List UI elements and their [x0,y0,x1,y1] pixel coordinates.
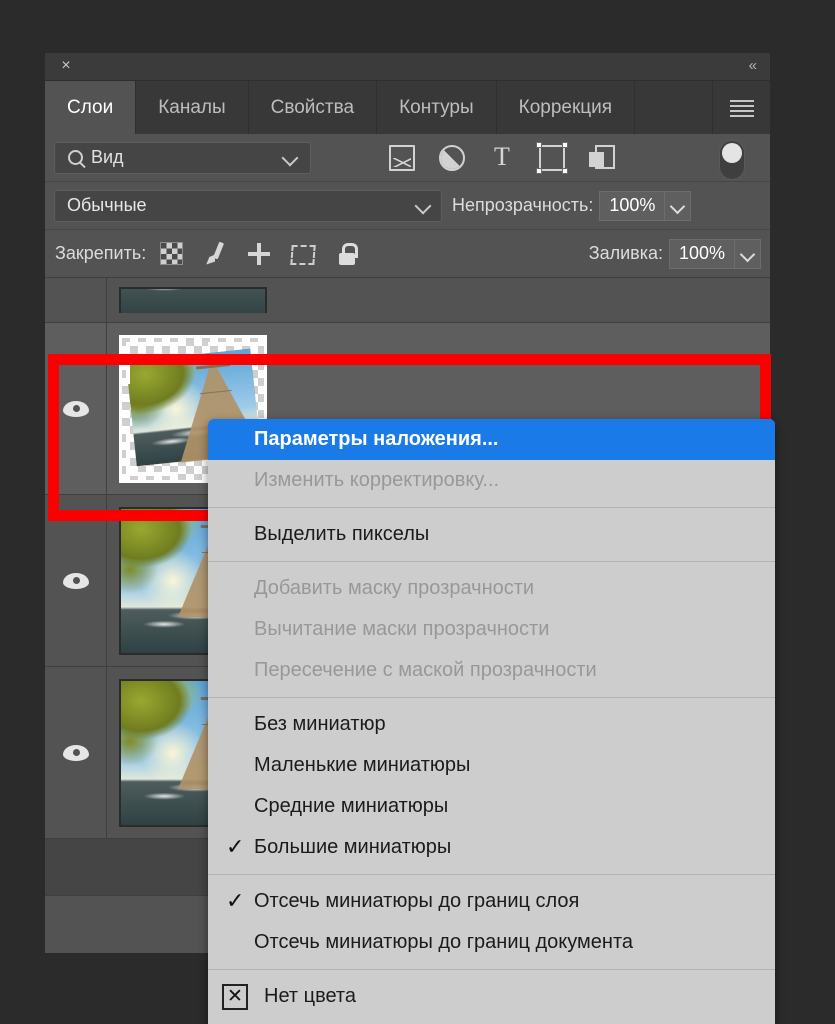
menu-item-label: Нет цвета [264,985,356,1008]
shape-filter-icon[interactable] [539,145,565,171]
menu-item-select-pixels[interactable]: Выделить пикселы [208,514,775,555]
menu-item-no-color[interactable]: ✕ Нет цвета [208,976,775,1017]
checkmark-icon: ✓ [226,890,244,912]
tab-properties[interactable]: Свойства [249,81,377,134]
menu-item-label: Отсечь миниатюры до границ документа [254,931,633,954]
menu-item-add-transparency-mask: Добавить маску прозрачности [208,568,775,609]
menu-item-small-thumbnails[interactable]: Маленькие миниатюры [208,745,775,786]
thumbnail-artwork [121,287,265,313]
opacity-input[interactable]: 100% [599,191,665,221]
panel-titlebar: × « [45,53,770,81]
smart-object-filter-icon[interactable] [589,145,615,171]
menu-item-label: Средние миниатюры [254,795,448,818]
filter-enable-toggle[interactable] [719,140,745,180]
fill-dropdown-icon[interactable] [735,239,761,269]
filter-icon-group: T [389,145,615,171]
chevron-down-icon [415,197,432,214]
menu-separator [208,507,775,508]
eye-icon [63,573,89,589]
checkmark-icon: ✓ [226,836,244,858]
image-filter-icon[interactable] [389,145,415,171]
menu-item-label: Отсечь миниатюры до границ слоя [254,890,579,913]
menu-separator [208,969,775,970]
layer-visibility-toggle[interactable] [45,667,107,838]
filter-type-value: Вид [91,147,124,168]
filter-type-select[interactable]: Вид [54,142,311,174]
tab-properties-label: Свойства [271,97,354,119]
no-color-swatch-icon: ✕ [222,984,248,1010]
tab-layers-label: Слои [67,97,113,119]
layer-visibility-toggle[interactable] [45,495,107,666]
chevron-down-icon [282,149,299,166]
layer-filter-row: Вид T [45,134,770,182]
menu-item-medium-thumbnails[interactable]: Средние миниатюры [208,786,775,827]
lock-row: Закрепить: Заливка: 100% [45,230,770,278]
lock-label: Закрепить: [55,243,146,264]
tab-paths[interactable]: Контуры [377,81,497,134]
menu-item-edit-adjustment: Изменить корректировку... [208,460,775,501]
tab-layers[interactable]: Слои [45,81,136,134]
layer-thumbnail-cell[interactable] [107,278,267,322]
close-icon[interactable]: × [57,57,75,75]
menu-item-intersect-transparency-mask: Пересечение с маской прозрачности [208,650,775,691]
layer-thumbnail [119,287,267,313]
menu-item-label: Большие миниатюры [254,836,451,859]
lock-transparent-pixels-icon[interactable] [160,242,183,265]
menu-item-label: Выделить пикселы [254,523,429,546]
layer-visibility-toggle[interactable] [45,278,107,322]
menu-separator [208,874,775,875]
hamburger-menu-icon [730,100,754,115]
tab-adjustments[interactable]: Коррекция [497,81,635,134]
blend-mode-value: Обычные [67,195,147,216]
fill-input[interactable]: 100% [669,239,735,269]
panel-tabs: Слои Каналы Свойства Контуры Коррекция [45,81,770,134]
menu-item-label: Добавить маску прозрачности [254,577,534,600]
screenshot-root: × « Слои Каналы Свойства Контуры Коррекц… [0,0,835,1024]
lock-position-icon[interactable] [247,242,271,266]
menu-item-clip-thumbnails-to-document[interactable]: Отсечь миниатюры до границ документа [208,922,775,963]
tab-adjustments-label: Коррекция [519,97,612,119]
menu-separator [208,697,775,698]
menu-item-label: Маленькие миниатюры [254,754,470,777]
lock-icon-group [160,242,359,266]
lock-all-icon[interactable] [335,242,359,266]
menu-item-label: Пересечение с маской прозрачности [254,659,597,682]
blend-mode-select[interactable]: Обычные [54,190,442,222]
blend-opacity-row: Обычные Непрозрачность: 100% [45,182,770,230]
eye-icon [63,401,89,417]
tab-channels-label: Каналы [158,97,225,119]
opacity-label: Непрозрачность: [452,195,593,216]
menu-item-label: Параметры наложения... [254,428,499,451]
panel-menu-button[interactable] [712,81,770,134]
menu-item-blending-options[interactable]: Параметры наложения... [208,419,775,460]
menu-item-large-thumbnails[interactable]: ✓ Большие миниатюры [208,827,775,868]
menu-separator [208,561,775,562]
menu-item-clip-thumbnails-to-layer[interactable]: ✓ Отсечь миниатюры до границ слоя [208,881,775,922]
tab-paths-label: Контуры [399,97,474,119]
toggle-knob [722,143,742,163]
type-filter-icon[interactable]: T [489,145,515,171]
tab-channels[interactable]: Каналы [136,81,248,134]
layer-visibility-toggle[interactable] [45,323,107,494]
fill-label: Заливка: [589,243,663,264]
menu-item-no-thumbnails[interactable]: Без миниатюр [208,704,775,745]
collapse-panel-icon[interactable]: « [749,57,756,75]
eye-icon [63,745,89,761]
menu-item-red-color[interactable]: Красный [208,1017,775,1024]
lock-image-pixels-icon[interactable] [203,242,227,266]
table-row[interactable] [45,278,770,323]
opacity-dropdown-icon[interactable] [665,191,691,221]
layer-context-menu: Параметры наложения... Изменить корректи… [208,419,775,1024]
menu-item-label: Изменить корректировку... [254,469,499,492]
search-icon [68,150,83,165]
adjustment-filter-icon[interactable] [439,145,465,171]
lock-artboard-nesting-icon[interactable] [291,245,316,265]
menu-item-label: Вычитание маски прозрачности [254,618,549,641]
menu-item-label: Без миниатюр [254,713,386,736]
menu-item-subtract-transparency-mask: Вычитание маски прозрачности [208,609,775,650]
